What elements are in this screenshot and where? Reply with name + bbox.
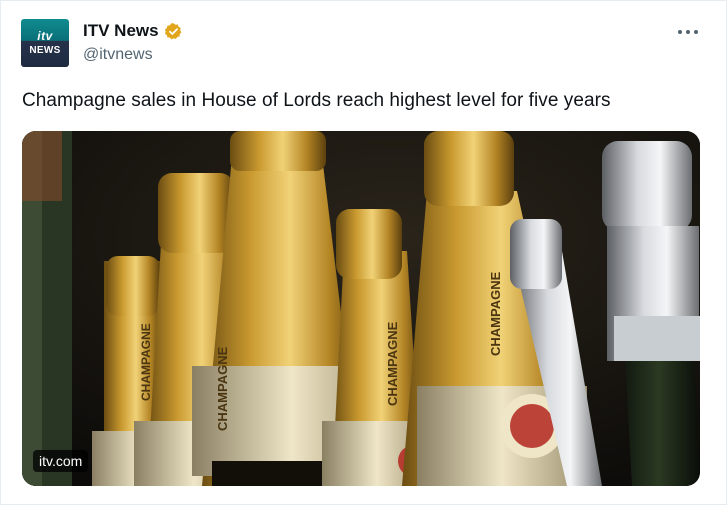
author-info: ITV News @itvnews bbox=[83, 21, 183, 64]
bottle-label-text-1: CHAMPAGNE bbox=[215, 346, 230, 431]
more-horizontal-icon[interactable] bbox=[678, 25, 698, 39]
avatar[interactable]: itv NEWS bbox=[21, 19, 69, 67]
tweet-text: Champagne sales in House of Lords reach … bbox=[22, 90, 611, 111]
bottle-label-text-2: CHAMPAGNE bbox=[385, 321, 400, 406]
tweet-media[interactable]: CHAMPAGNE CHAMPAGNE CHAMPAGNE CHAMPAGNE … bbox=[22, 131, 700, 486]
verified-badge-icon[interactable] bbox=[164, 22, 183, 41]
tweet-header: itv NEWS ITV News @itvnews bbox=[21, 19, 183, 67]
bottle-label-text-3: CHAMPAGNE bbox=[488, 271, 503, 356]
champagne-bottles-image: CHAMPAGNE CHAMPAGNE CHAMPAGNE CHAMPAGNE bbox=[22, 131, 700, 486]
avatar-logo-text: itv bbox=[37, 29, 53, 43]
bottle-label-text-4: CHAMPAGNE bbox=[139, 323, 153, 401]
handle[interactable]: @itvnews bbox=[83, 46, 183, 64]
display-name[interactable]: ITV News bbox=[83, 21, 159, 41]
tweet-card[interactable]: itv NEWS ITV News @itvnews Champagne sal… bbox=[0, 0, 727, 505]
name-row: ITV News bbox=[83, 21, 183, 41]
media-source-badge[interactable]: itv.com bbox=[33, 450, 89, 472]
avatar-logo-subtext: NEWS bbox=[29, 45, 61, 56]
